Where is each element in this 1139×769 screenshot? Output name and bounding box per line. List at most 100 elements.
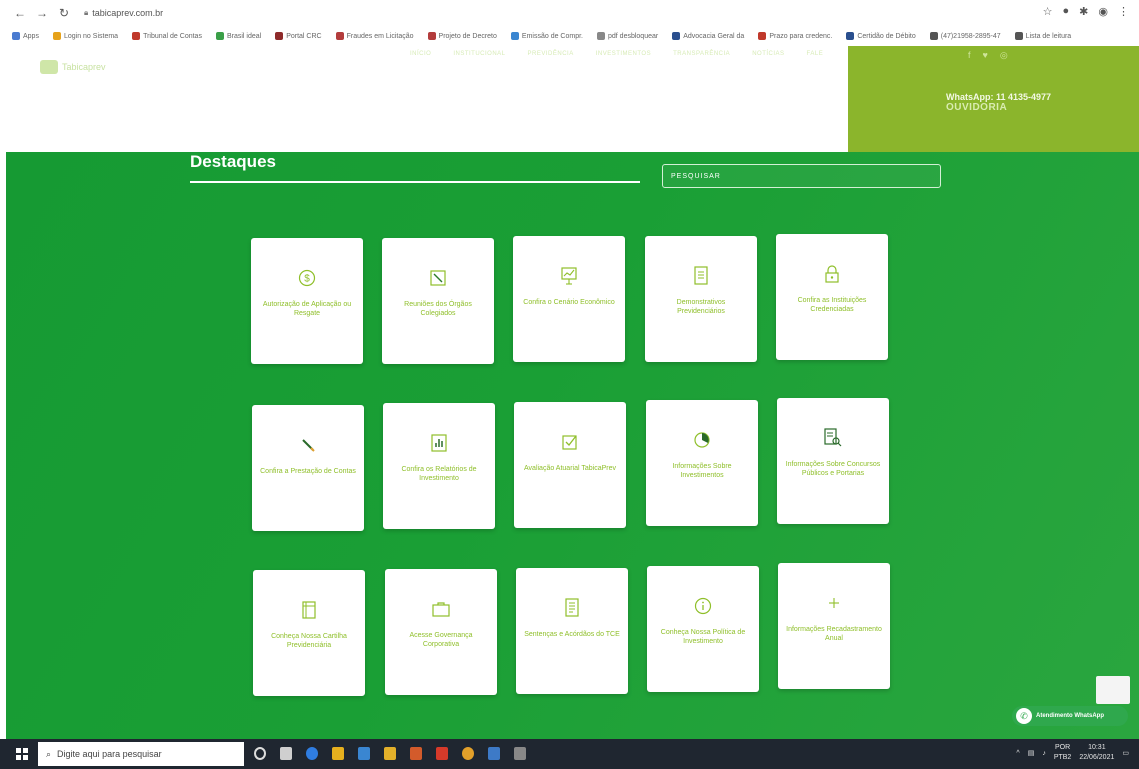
edge-icon[interactable] (306, 747, 318, 760)
chrome-icon[interactable] (462, 747, 474, 760)
bookmark-icon (510, 32, 519, 40)
search-icon: ⌕ (46, 748, 52, 759)
plus-icon (825, 593, 843, 613)
windows-start-icon[interactable] (16, 748, 28, 760)
top-menu-item[interactable]: NOTÍCIAS (752, 51, 784, 57)
forward-icon[interactable]: → (34, 6, 50, 20)
bookmark-item[interactable]: Fraudes em Licitação (335, 32, 414, 40)
tray-chevron-icon[interactable]: ^ (1016, 750, 1019, 757)
bookmark-item[interactable]: (47)21958-2895-47 (929, 32, 1001, 40)
url-field[interactable]: tabicaprev.com.br (92, 8, 163, 18)
card-label: Acesse Governança Corporativa (409, 632, 473, 648)
section-title: Destaques (190, 152, 276, 171)
bookmark-icon (427, 32, 436, 40)
word-icon[interactable] (488, 747, 500, 760)
file-search-icon (824, 428, 842, 448)
taskbar-apps (254, 747, 526, 760)
whatsapp-button[interactable]: ✆ Atendimento WhatsApp (1012, 706, 1128, 726)
file-explorer-icon[interactable] (384, 747, 396, 760)
bookmark-item[interactable]: Emissão de Compr. (510, 32, 583, 40)
briefcase-icon (432, 599, 450, 619)
card-label: Avaliação Atuarial TabicaPrev (524, 465, 616, 472)
reload-icon[interactable]: ↻ (56, 6, 72, 20)
highlight-card[interactable]: Confira os Relatórios de Investimento (383, 403, 495, 529)
bookmark-item[interactable]: Advocacia Geral da (672, 32, 744, 40)
menu-dots-icon[interactable]: ⋮ (1118, 5, 1129, 18)
bookmark-icon (1014, 32, 1023, 40)
highlight-card[interactable]: Acesse Governança Corporativa (385, 569, 497, 695)
notification-icon[interactable]: ▭ (1122, 749, 1129, 757)
bookmark-label: (47)21958-2895-47 (940, 32, 1001, 40)
bookmark-item[interactable]: Certidão de Débito (846, 32, 916, 40)
card-label: Sentenças e Acórdãos do TCE (524, 631, 620, 638)
task-view-icon[interactable] (280, 747, 292, 760)
edit-icon (429, 268, 447, 288)
language-indicator[interactable]: POR PTB2 (1054, 743, 1072, 763)
bookmark-item[interactable]: Tribunal de Contas (132, 32, 202, 40)
card-label: Confira a Prestação de Contas (260, 468, 356, 475)
instagram-icon[interactable]: ◎ (1000, 50, 1008, 61)
top-menu-item[interactable]: PREVIDÊNCIA (528, 51, 574, 57)
highlight-card[interactable]: Demonstrativos Previdenciários (645, 236, 757, 362)
bookmark-icon (846, 32, 855, 40)
bookmark-label: Prazo para credenc. (769, 32, 833, 40)
search-input[interactable]: PESQUISAR (662, 164, 941, 188)
highlight-card[interactable]: Informações Sobre Concursos Públicos e P… (777, 398, 889, 524)
ouvidoria-label[interactable]: OUVIDORIA (946, 102, 1007, 113)
heart-icon[interactable]: ♥ (983, 50, 988, 61)
top-menu-item[interactable]: TRANSPARÊNCIA (673, 51, 730, 57)
bookmark-item[interactable]: Projeto de Decreto (427, 32, 497, 40)
clock[interactable]: 10:31 22/06/2021 (1079, 743, 1114, 763)
taskbar-search-input[interactable]: ⌕ Digite aqui para pesquisar (38, 742, 244, 766)
clock-date: 22/06/2021 (1079, 754, 1115, 761)
document-icon (692, 266, 710, 286)
card-label: Confira o Cenário Econômico (523, 299, 615, 306)
bookmark-icon (215, 32, 224, 40)
app-icon[interactable] (410, 747, 422, 760)
top-menu-item[interactable]: FALE (807, 51, 824, 57)
top-menu: INÍCIO INSTITUCIONAL PREVIDÊNCIA INVESTIMEN… (410, 51, 823, 57)
top-menu-item[interactable]: INÍCIO (410, 51, 431, 57)
clock-time: 10:31 (1088, 744, 1106, 751)
bookmark-item[interactable]: Brasil ideal (215, 32, 261, 40)
whatsapp-icon: ✆ (1016, 708, 1032, 724)
bookmark-item[interactable]: Apps (12, 32, 39, 40)
puzzle-icon[interactable]: ✱ (1079, 5, 1088, 18)
bookmark-label: pdf desbloquear (608, 32, 659, 40)
mail-icon[interactable] (358, 747, 370, 760)
highlight-card[interactable]: Reuniões dos Órgãos Colegiados (382, 238, 494, 364)
highlight-card[interactable]: $ Autorização de Aplicação ou Resgate (251, 238, 363, 364)
lang-secondary: PTB2 (1053, 754, 1072, 761)
highlight-card[interactable]: Confira o Cenário Econômico (513, 236, 625, 362)
highlight-card[interactable]: Conheça Nossa Cartilha Previdenciária (253, 570, 365, 696)
card-label: Conheça Nossa Política de Investimento (660, 629, 746, 645)
logo-text[interactable]: Tabicaprev (62, 62, 106, 72)
cortana-icon[interactable] (254, 747, 266, 760)
extension-icon[interactable]: ● (1063, 5, 1070, 18)
highlight-card[interactable]: Confira as Instituições Credenciadas (776, 234, 888, 360)
top-menu-item[interactable]: INSTITUCIONAL (453, 51, 505, 57)
highlight-card[interactable]: Confira a Prestação de Contas (252, 405, 364, 531)
bookmark-item[interactable]: Portal CRC (275, 32, 322, 40)
highlight-card[interactable]: Conheça Nossa Política de Investimento (647, 566, 759, 692)
bookmark-item[interactable]: Prazo para credenc. (758, 32, 832, 40)
ouvidoria-panel[interactable]: f ♥ ◎ WhatsApp: 11 4135-4977 OUVIDORIA (848, 46, 1139, 152)
bookmark-item[interactable]: Login no Sistema (52, 32, 118, 40)
facebook-icon[interactable]: f (968, 50, 971, 61)
highlight-card[interactable]: Sentenças e Acórdãos do TCE (516, 568, 628, 694)
profile-icon[interactable]: ◉ (1098, 5, 1108, 18)
star-icon[interactable]: ☆ (1043, 5, 1053, 18)
back-icon[interactable]: ← (12, 6, 28, 20)
highlight-card[interactable]: Informações Sobre Investimentos (646, 400, 758, 526)
highlight-card[interactable]: Informações Recadastramento Anual (778, 563, 890, 689)
top-menu-item[interactable]: INVESTIMENTOS (596, 51, 651, 57)
highlight-card[interactable]: Avaliação Atuarial TabicaPrev (514, 402, 626, 528)
bookmark-item[interactable]: pdf desbloquear (597, 32, 658, 40)
settings-icon[interactable] (514, 747, 526, 760)
store-icon[interactable] (332, 747, 344, 760)
volume-icon[interactable]: ♪ (1042, 750, 1046, 757)
acrobat-icon[interactable] (436, 747, 448, 760)
logo-icon[interactable] (40, 60, 58, 74)
network-icon[interactable]: ▤ (1028, 749, 1035, 757)
bookmark-item[interactable]: Lista de leitura (1014, 32, 1071, 40)
